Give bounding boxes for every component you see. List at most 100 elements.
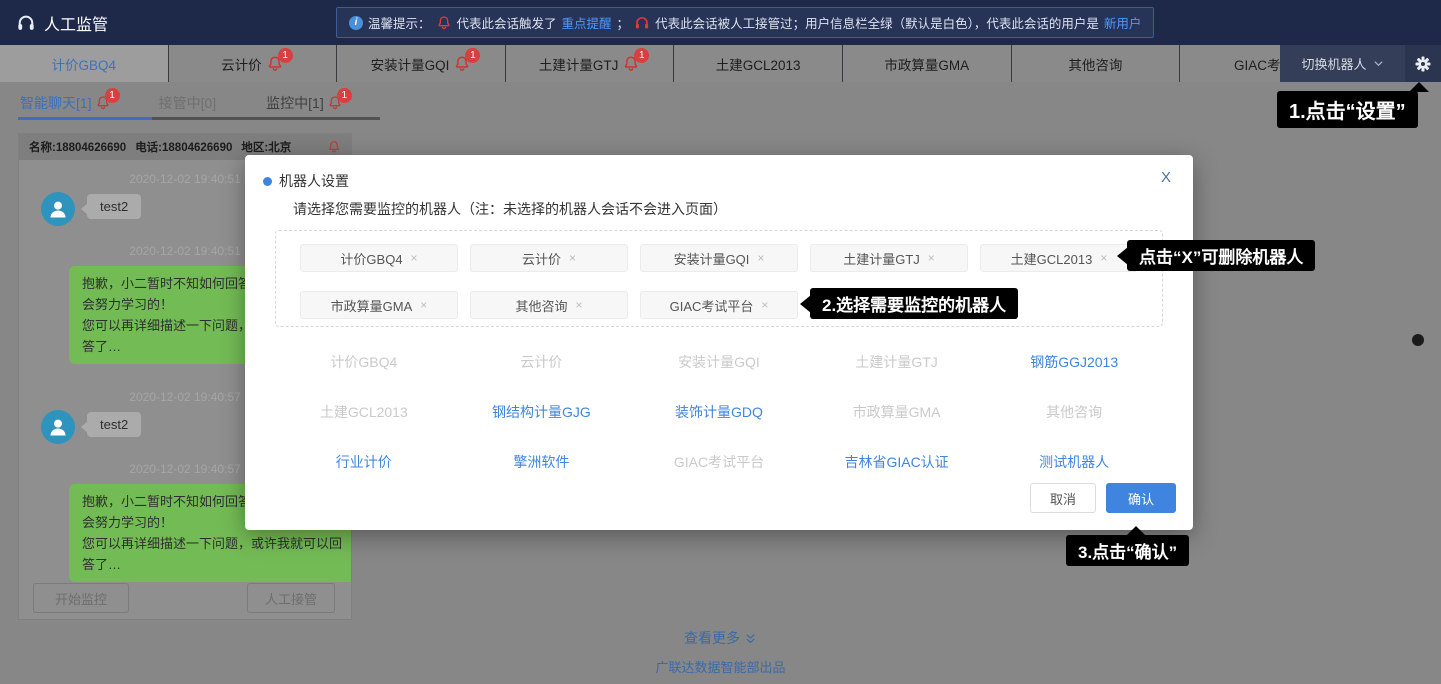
remove-icon[interactable]: × [576,298,583,312]
remove-icon[interactable]: × [757,251,764,265]
selected-chip[interactable]: 其他咨询× [470,291,628,319]
selected-chip[interactable]: 安装计量GQI × [640,244,798,272]
notice-sep: ； [617,13,630,32]
remove-icon[interactable]: × [1100,251,1107,265]
switch-robot-dropdown[interactable]: 切换机器人 [1280,45,1405,82]
subtab-taken-over[interactable]: 接管中[0] [159,93,217,113]
robot-option[interactable]: GIAC考试平台 [630,452,808,472]
view-more-label: 查看更多 [684,630,740,646]
robot-tabbar: 计价GBQ4 云计价 1 安装计量GQI 1 土建计量GTJ 1 土建GCL20… [0,45,1441,82]
callout-text: 1.点击“设置” [1289,95,1406,124]
tab-label: 土建GCL2013 [716,54,801,74]
remove-icon[interactable]: × [569,251,576,265]
selected-chip[interactable]: 土建GCL2013 × [980,244,1138,272]
notice-tip: 温馨提示： [368,13,431,32]
selected-chip[interactable]: GIAC考试平台× [640,291,798,319]
headset-red-icon [634,15,650,31]
remove-icon[interactable]: × [761,298,768,312]
callout-step3-confirm: 3.点击“确认” [1066,535,1189,566]
modal-title-text: 机器人设置 [279,171,349,191]
remove-icon[interactable]: × [420,298,427,312]
callout-arrow-up [1126,526,1146,536]
callout-arrow-up [1409,82,1429,92]
bell-icon [436,15,452,31]
robot-option[interactable]: 云计价 [453,352,631,372]
callout-step2-select: 2.选择需要监控的机器人 [810,288,1018,319]
selected-chip[interactable]: 云计价 × [470,244,628,272]
callout-arrow-left [1117,247,1128,265]
subtab-underline [18,117,380,120]
close-icon[interactable]: X [1161,169,1171,186]
info-icon: i [349,16,363,30]
tab-label: 计价GBQ4 [52,54,117,74]
robot-option[interactable]: 吉林省GIAC认证 [808,452,986,472]
person-icon [46,415,70,439]
subtab-badge: 1 [105,88,120,103]
robot-option[interactable]: 装饰计量GDQ [630,402,808,422]
tab-shizheng-gma[interactable]: 市政算量GMA [843,45,1012,82]
chip-label: 市政算量GMA [331,296,413,315]
robot-option[interactable]: 土建计量GTJ [808,352,986,372]
notice-headset-desc: 代表此会话被人工接管过；用户信息栏全绿（默认是白色），代表此会话的用户是 [655,13,1099,32]
title-dot-icon [263,177,272,186]
tab-badge: 1 [634,48,649,63]
selected-chip[interactable]: 市政算量GMA × [300,291,458,319]
tab-jijia-gbq4[interactable]: 计价GBQ4 [0,45,169,82]
chip-label: 土建GCL2013 [1011,249,1093,268]
manual-takeover-button[interactable]: 人工接管 [247,583,335,613]
robot-option[interactable]: 计价GBQ4 [275,352,453,372]
robot-option[interactable]: 土建GCL2013 [275,402,453,422]
user-phone: 电话:18804626690 [135,139,232,155]
tab-qita-zixun[interactable]: 其他咨询 [1012,45,1181,82]
robot-settings-modal: 机器人设置 X 请选择您需要监控的机器人（注：未选择的机器人会话不会进入页面） … [245,155,1193,530]
tab-yunjijia[interactable]: 云计价 1 [169,45,338,82]
cancel-button[interactable]: 取消 [1030,483,1096,513]
subtab-monitoring[interactable]: 监控中[1] 1 [266,93,343,113]
robot-option[interactable]: 其他咨询 [985,402,1163,422]
robot-option[interactable]: 擎洲软件 [453,452,631,472]
cursor-dot [1412,334,1424,346]
bell-icon: 1 [95,95,111,111]
callout-text: 3.点击“确认” [1078,538,1177,563]
robot-option[interactable]: 行业计价 [275,452,453,472]
chip-label: 安装计量GQI [674,249,750,268]
view-more-link[interactable]: 查看更多 [0,628,1441,648]
credit-text: 广联达数据智能部出品 [0,657,1441,676]
callout-text: 2.选择需要监控的机器人 [822,291,1006,316]
subtab-badge: 1 [337,88,352,103]
subtab-label: 智能聊天[1] [20,93,92,113]
tab-anzhuang-gqi[interactable]: 安装计量GQI 1 [337,45,506,82]
chevron-down-icon [1373,58,1384,69]
chip-label: 云计价 [522,249,561,268]
user-name: 名称:18804626690 [29,139,126,155]
robot-option[interactable]: 测试机器人 [985,452,1163,472]
switch-robot-label: 切换机器人 [1301,54,1366,73]
settings-button[interactable] [1405,45,1441,82]
bell-icon: 1 [327,95,343,111]
user-message-bubble: test2 [87,194,141,219]
modal-subtitle: 请选择您需要监控的机器人（注：未选择的机器人会话不会进入页面） [293,199,727,219]
selected-chip[interactable]: 土建计量GTJ× [810,244,968,272]
robot-options-grid: 计价GBQ4 云计价 安装计量GQI 土建计量GTJ 钢筋GGJ2013 土建G… [275,337,1163,487]
tab-tujian-gtj[interactable]: 土建计量GTJ 1 [506,45,675,82]
app-brand: 人工监管 [16,0,108,45]
robot-option[interactable]: 钢筋GGJ2013 [985,352,1163,372]
robot-option[interactable]: 钢结构计量GJG [453,402,631,422]
robot-option[interactable]: 安装计量GQI [630,352,808,372]
tab-tujian-gcl2013[interactable]: 土建GCL2013 [674,45,843,82]
tab-label: 市政算量GMA [884,54,969,74]
robot-option[interactable]: 市政算量GMA [808,402,986,422]
bell-icon [327,140,341,154]
selected-chip[interactable]: 计价GBQ4× [300,244,458,272]
start-monitor-button[interactable]: 开始监控 [33,583,129,613]
callout-arrow-left [800,295,811,313]
confirm-button[interactable]: 确认 [1106,483,1176,513]
subtab-smart-chat[interactable]: 智能聊天[1] 1 [20,93,111,113]
subtab-label: 接管中[0] [159,93,217,113]
headset-icon [16,13,36,33]
remove-icon[interactable]: × [928,251,935,265]
tab-label: 土建计量GTJ [539,54,619,74]
remove-icon[interactable]: × [411,251,418,265]
avatar [41,192,75,226]
chat-actions: 开始监控 人工接管 [19,583,351,613]
